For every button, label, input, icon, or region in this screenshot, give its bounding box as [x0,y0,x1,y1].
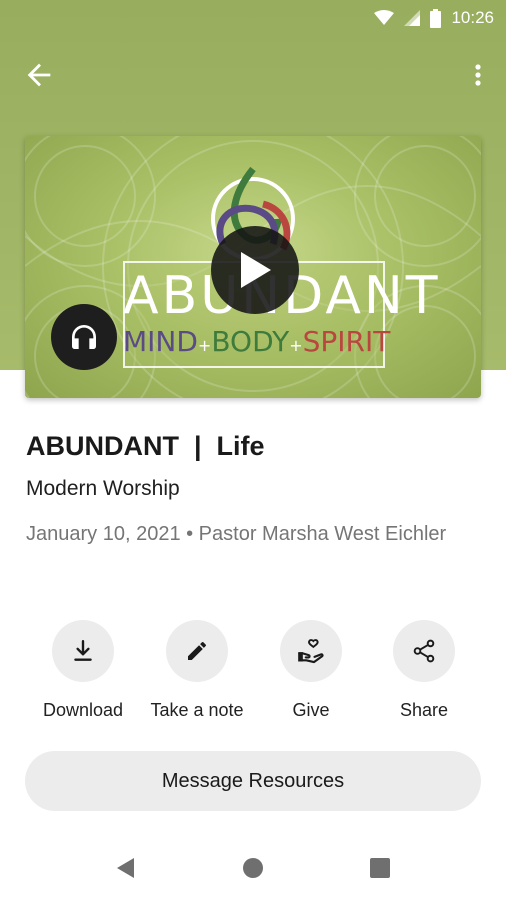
take-note-label: Take a note [150,700,244,720]
back-triangle-icon[interactable] [114,856,138,880]
more-options-button[interactable] [468,58,488,92]
share-button[interactable]: Share [364,620,484,722]
app-toolbar [0,52,506,96]
more-vertical-icon [475,64,481,86]
headphones-icon [72,325,96,349]
take-note-circle [166,620,228,682]
listen-audio-button[interactable] [51,304,117,370]
message-info: ABUNDANT | Life Modern Worship January 1… [26,428,486,550]
artwork-body: BODY [211,325,290,358]
download-icon [74,640,92,661]
sermon-artwork: ABUNDANT MIND+BODY+SPIRIT [25,136,481,398]
recents-square-icon[interactable] [368,856,392,880]
pencil-icon [188,641,206,660]
battery-icon [430,8,442,28]
give-button[interactable]: Give [251,620,371,722]
share-circle [393,620,455,682]
home-circle-icon[interactable] [241,856,265,880]
action-row: Download Take a note Give Share [0,620,506,724]
message-series: Modern Worship [26,477,180,500]
back-button[interactable] [22,58,56,92]
artwork-plus-2: + [289,336,303,355]
artwork-mind: MIND [123,325,198,358]
download-label: Download [42,700,124,720]
wifi-icon [374,10,395,25]
artwork-spirit: SPIRIT [302,325,391,358]
message-resources-button[interactable]: Message Resources [25,751,481,811]
status-bar: 10:26 [0,0,506,36]
download-circle [52,620,114,682]
play-icon [241,252,271,288]
arrow-left-icon [27,63,51,87]
give-heart-hand-icon [298,639,324,664]
system-nav-bar [0,836,506,900]
play-button[interactable] [211,226,299,314]
give-circle [280,620,342,682]
download-button[interactable]: Download [23,620,143,722]
share-icon [413,639,435,663]
share-label: Share [399,700,449,720]
message-meta: January 10, 2021 • Pastor Marsha West Ei… [26,523,447,545]
take-note-button[interactable]: Take a note [137,620,257,722]
artwork-subtitle: MIND+BODY+SPIRIT [123,324,390,364]
message-title: ABUNDANT | Life [26,431,265,461]
artwork-plus-1: + [197,336,212,355]
status-time: 10:26 [451,8,494,27]
cell-signal-icon [404,10,421,26]
give-label: Give [292,700,330,720]
